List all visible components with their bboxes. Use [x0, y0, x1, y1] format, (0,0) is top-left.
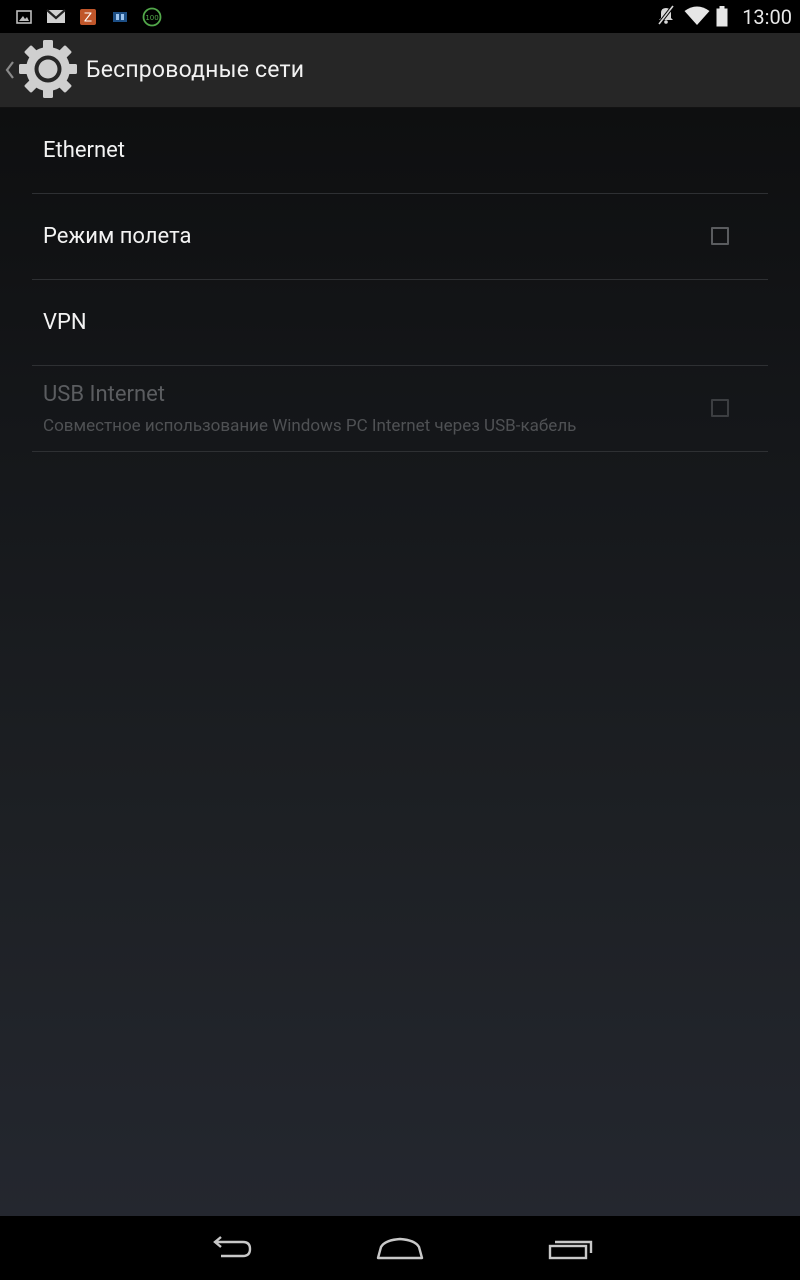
up-navigation[interactable]	[0, 33, 82, 107]
recent-apps-button[interactable]	[541, 1230, 601, 1266]
usb-internet-checkbox	[711, 399, 729, 417]
status-clock: 13:00	[742, 5, 792, 29]
reader-app-notification-icon	[111, 8, 129, 25]
settings-gear-icon	[19, 40, 77, 98]
back-button[interactable]	[200, 1230, 260, 1266]
mute-icon	[656, 4, 676, 25]
battery-icon	[715, 5, 729, 27]
up-caret-icon	[5, 61, 14, 79]
status-bar: Z 100 13:00	[0, 0, 800, 33]
battery-100-notification-icon: 100	[142, 7, 162, 26]
pref-ethernet[interactable]: Ethernet	[32, 108, 768, 194]
airplane-mode-checkbox[interactable]	[711, 227, 729, 245]
preference-list: Ethernet Режим полета VPN USB Internet С…	[32, 108, 768, 452]
image-notification-icon	[15, 8, 33, 25]
zoo-app-notification-icon: Z	[79, 8, 97, 25]
page-title: Беспроводные сети	[86, 56, 305, 83]
back-icon	[213, 1236, 252, 1258]
pref-title: USB Internet	[43, 382, 165, 407]
wifi-icon	[684, 5, 710, 27]
pref-vpn[interactable]: VPN	[32, 280, 768, 366]
pref-title: VPN	[43, 310, 87, 335]
home-button[interactable]	[370, 1230, 430, 1266]
navigation-bar	[0, 1216, 800, 1280]
home-icon	[376, 1237, 424, 1260]
svg-text:100: 100	[145, 14, 158, 22]
recent-apps-icon	[548, 1240, 593, 1260]
pref-title: Режим полета	[43, 224, 192, 249]
pref-summary: Совместное использование Windows PC Inte…	[43, 416, 577, 436]
svg-text:Z: Z	[84, 10, 92, 24]
settings-content: Ethernet Режим полета VPN USB Internet С…	[0, 108, 800, 1216]
gmail-notification-icon	[46, 8, 66, 25]
pref-airplane-mode[interactable]: Режим полета	[32, 194, 768, 280]
action-bar: Беспроводные сети	[0, 33, 800, 108]
screen: Z 100 13:00 Беспроводные сети Ethernet Р…	[0, 0, 800, 1280]
pref-title: Ethernet	[43, 138, 125, 163]
pref-usb-internet: USB Internet Совместное использование Wi…	[32, 366, 768, 452]
